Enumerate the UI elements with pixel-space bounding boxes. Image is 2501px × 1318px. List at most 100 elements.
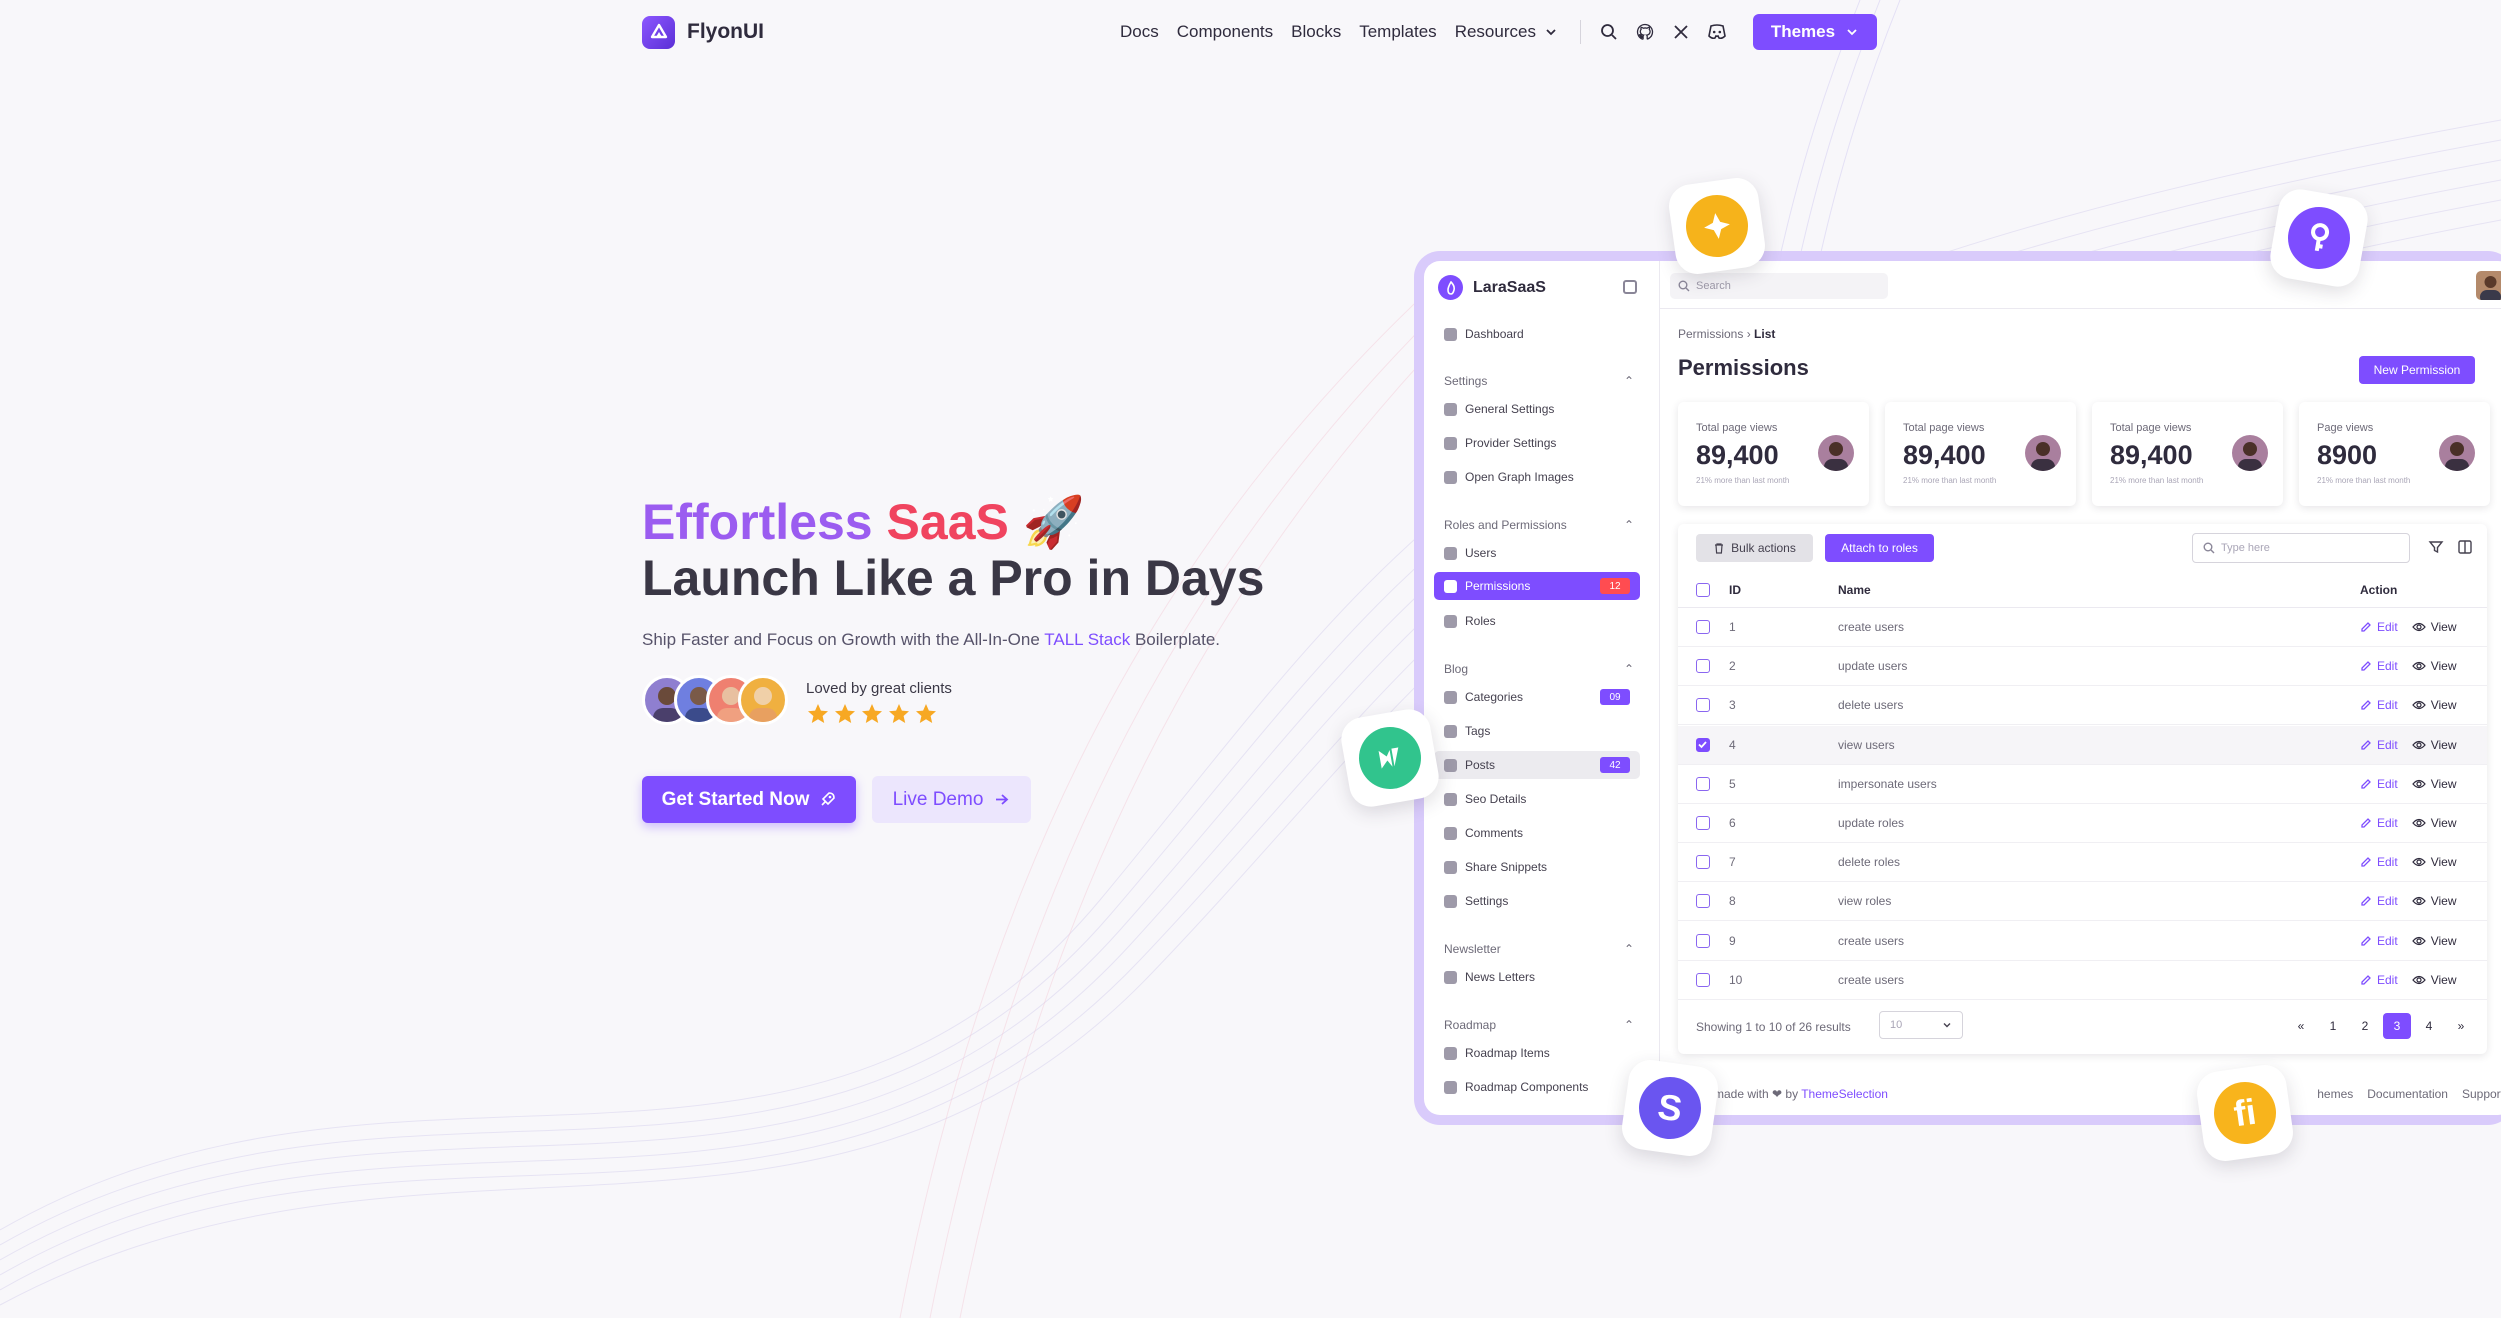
table-row[interactable]: 7 delete roles Edit View — [1678, 843, 2487, 883]
nav-docs[interactable]: Docs — [1120, 22, 1159, 42]
column-header-id[interactable]: ID — [1729, 583, 1741, 597]
search-icon[interactable] — [1597, 20, 1621, 44]
sidebar-item-news-letters[interactable]: News Letters — [1434, 963, 1640, 991]
table-row[interactable]: 2 update users Edit View — [1678, 647, 2487, 687]
edit-action[interactable]: Edit — [2360, 698, 2398, 712]
row-checkbox[interactable] — [1696, 816, 1710, 830]
sidebar-item-roles[interactable]: Roles — [1434, 607, 1640, 635]
last-page-icon[interactable]: » — [2447, 1013, 2475, 1039]
new-permission-button[interactable]: New Permission — [2359, 356, 2475, 384]
table-row[interactable]: 4 view users Edit View — [1678, 725, 2487, 765]
select-all-checkbox[interactable] — [1696, 583, 1710, 597]
sidebar-item-tags[interactable]: Tags — [1434, 717, 1640, 745]
sidebar-item-roadmap-components[interactable]: Roadmap Components — [1434, 1073, 1640, 1101]
brand-logo[interactable]: FlyonUI — [642, 15, 764, 49]
column-header-name[interactable]: Name — [1838, 583, 1871, 597]
view-action[interactable]: View — [2411, 620, 2456, 634]
view-action[interactable]: View — [2411, 934, 2456, 948]
sidebar-section-roadmap[interactable]: Roadmap ⌃ — [1444, 1018, 1634, 1032]
view-action[interactable]: View — [2411, 698, 2456, 712]
sidebar-item-blog-settings[interactable]: Settings — [1434, 887, 1640, 915]
discord-icon[interactable] — [1705, 20, 1729, 44]
nav-resources-dropdown[interactable]: Resources — [1455, 22, 1558, 42]
view-action[interactable]: View — [2411, 777, 2456, 791]
edit-action[interactable]: Edit — [2360, 934, 2398, 948]
per-page-select[interactable]: 10 — [1879, 1011, 1963, 1039]
view-action[interactable]: View — [2411, 816, 2456, 830]
row-checkbox[interactable] — [1696, 659, 1710, 674]
nav-blocks[interactable]: Blocks — [1291, 22, 1341, 42]
table-row[interactable]: 8 view roles Edit View — [1678, 882, 2487, 922]
nav-components[interactable]: Components — [1177, 22, 1273, 42]
sidebar-section-settings[interactable]: Settings ⌃ — [1444, 374, 1634, 388]
row-checkbox[interactable] — [1696, 972, 1710, 987]
edit-action[interactable]: Edit — [2360, 738, 2398, 752]
bulk-actions-button[interactable]: Bulk actions — [1696, 534, 1813, 562]
row-checkbox[interactable] — [1696, 737, 1710, 752]
edit-action[interactable]: Edit — [2360, 973, 2398, 987]
sidebar-toggle-icon[interactable] — [1623, 280, 1637, 294]
get-started-button[interactable]: Get Started Now — [642, 776, 856, 823]
edit-action[interactable]: Edit — [2360, 620, 2398, 634]
tall-stack-link[interactable]: TALL Stack — [1044, 630, 1130, 649]
breadcrumb-parent[interactable]: Permissions — [1678, 327, 1743, 341]
themeselection-link[interactable]: ThemeSelection — [1801, 1087, 1888, 1101]
edit-action[interactable]: Edit — [2360, 855, 2398, 869]
page-2[interactable]: 2 — [2351, 1013, 2379, 1039]
attach-to-roles-button[interactable]: Attach to roles — [1825, 534, 1934, 562]
footer-link-support[interactable]: Support — [2462, 1087, 2501, 1101]
live-demo-button[interactable]: Live Demo — [872, 776, 1031, 823]
edit-action[interactable]: Edit — [2360, 777, 2398, 791]
sidebar-item-categories[interactable]: Categories 09 — [1434, 683, 1640, 711]
page-4[interactable]: 4 — [2415, 1013, 2443, 1039]
sidebar-section-roles[interactable]: Roles and Permissions ⌃ — [1444, 518, 1634, 532]
view-action[interactable]: View — [2411, 973, 2456, 987]
row-checkbox[interactable] — [1696, 776, 1710, 791]
edit-action[interactable]: Edit — [2360, 659, 2398, 673]
sidebar-item-provider-settings[interactable]: Provider Settings — [1434, 429, 1640, 457]
sidebar-item-general-settings[interactable]: General Settings — [1434, 395, 1640, 423]
first-page-icon[interactable]: « — [2287, 1013, 2315, 1039]
table-row[interactable]: 10 create users Edit View — [1678, 961, 2487, 1000]
sidebar-section-blog[interactable]: Blog ⌃ — [1444, 662, 1634, 676]
sidebar-item-posts[interactable]: Posts 42 — [1434, 751, 1640, 779]
row-checkbox[interactable] — [1696, 894, 1710, 909]
row-checkbox[interactable] — [1696, 698, 1710, 713]
filter-icon[interactable] — [2428, 539, 2444, 555]
page-3[interactable]: 3 — [2383, 1013, 2411, 1039]
table-row[interactable]: 9 create users Edit View — [1678, 922, 2487, 961]
view-action[interactable]: View — [2411, 894, 2456, 908]
app-brand[interactable]: LaraSaaS — [1438, 275, 1546, 300]
sidebar-item-users[interactable]: Users — [1434, 539, 1640, 567]
themes-dropdown-button[interactable]: Themes — [1752, 14, 1877, 50]
view-action[interactable]: View — [2411, 855, 2456, 869]
edit-action[interactable]: Edit — [2360, 894, 2398, 908]
edit-action[interactable]: Edit — [2360, 816, 2398, 830]
nav-templates[interactable]: Templates — [1359, 22, 1436, 42]
table-row[interactable]: 3 delete users Edit View — [1678, 686, 2487, 726]
page-1[interactable]: 1 — [2319, 1013, 2347, 1039]
table-search-input[interactable]: Type here — [2192, 533, 2410, 563]
sidebar-item-seo-details[interactable]: Seo Details — [1434, 785, 1640, 813]
table-row[interactable]: 5 impersonate users Edit View — [1678, 765, 2487, 804]
footer-link[interactable]: hemes — [2317, 1087, 2353, 1101]
sidebar-item-comments[interactable]: Comments — [1434, 819, 1640, 847]
sidebar-item-dashboard[interactable]: Dashboard — [1434, 320, 1640, 348]
sidebar-item-permissions[interactable]: Permissions 12 — [1434, 572, 1640, 600]
github-icon[interactable] — [1633, 20, 1657, 44]
row-checkbox[interactable] — [1696, 855, 1710, 870]
footer-link-documentation[interactable]: Documentation — [2367, 1087, 2448, 1101]
table-row[interactable]: 6 update roles Edit View — [1678, 804, 2487, 843]
row-checkbox[interactable] — [1696, 620, 1710, 634]
app-search-input[interactable]: Search — [1670, 273, 1888, 299]
row-checkbox[interactable] — [1696, 933, 1710, 948]
x-icon[interactable] — [1669, 20, 1693, 44]
view-action[interactable]: View — [2411, 659, 2456, 673]
sidebar-item-roadmap-items[interactable]: Roadmap Items — [1434, 1039, 1640, 1067]
sidebar-item-share-snippets[interactable]: Share Snippets — [1434, 853, 1640, 881]
avatar[interactable] — [2476, 271, 2501, 300]
sidebar-item-open-graph-images[interactable]: Open Graph Images — [1434, 463, 1640, 491]
sidebar-section-newsletter[interactable]: Newsletter ⌃ — [1444, 942, 1634, 956]
view-action[interactable]: View — [2411, 738, 2456, 752]
table-row[interactable]: 1 create users Edit View — [1678, 608, 2487, 647]
